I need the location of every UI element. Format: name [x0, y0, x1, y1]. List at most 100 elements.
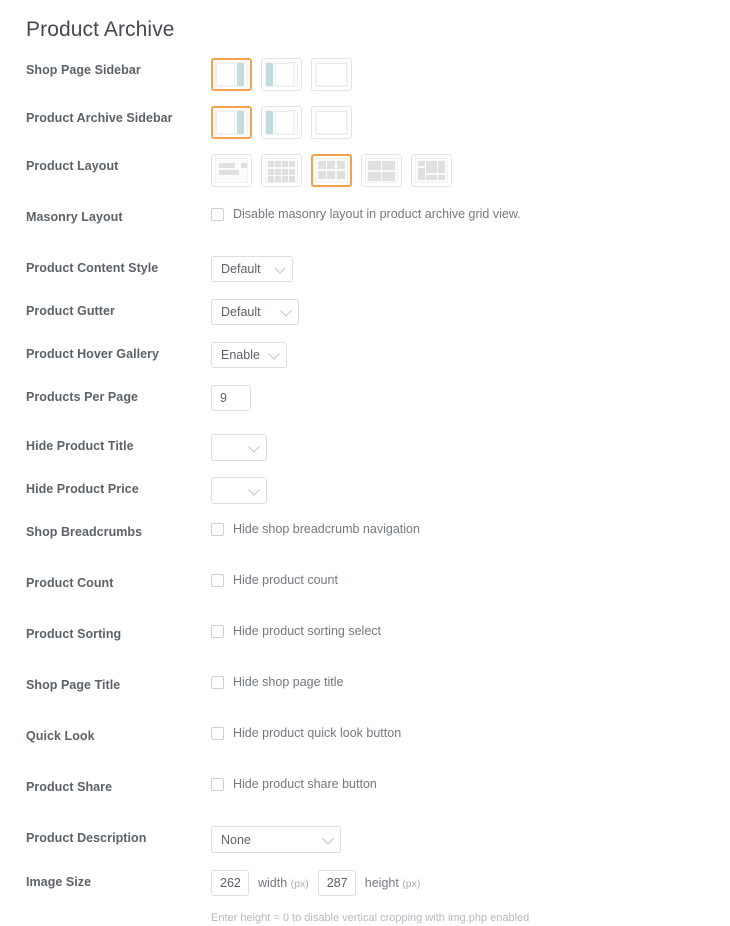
image-height-px: (px)	[402, 878, 421, 890]
product-count-checkbox-label: Hide product count	[233, 573, 338, 587]
product-count-checkline: Hide product count	[211, 571, 338, 588]
product-description-value: None	[221, 832, 251, 847]
row-label-products-per-page: Products Per Page	[26, 390, 139, 404]
sidebar-left-icon	[265, 62, 298, 87]
row-label-product-layout: Product Layout	[26, 159, 119, 173]
quick-look-checkbox[interactable]	[211, 726, 224, 740]
row-hide-product-price: Hide Product Price	[0, 477, 730, 509]
product-content-style-value: Default	[221, 262, 261, 276]
product-sorting-checkline: Hide product sorting select	[211, 622, 381, 639]
row-label-quick-look: Quick Look	[26, 729, 95, 743]
chevron-down-icon	[280, 305, 292, 317]
row-product-layout: Product Layout	[0, 154, 730, 187]
product-description-select[interactable]: None	[211, 826, 341, 853]
sidebar-left-icon	[265, 110, 298, 135]
product-layout-options	[211, 154, 452, 187]
image-width-px: (px)	[290, 878, 309, 890]
shop-page-title-checkline: Hide shop page title	[211, 673, 344, 690]
hide-product-price-select[interactable]	[211, 477, 267, 504]
row-product-sorting: Product Sorting Hide product sorting sel…	[0, 622, 730, 654]
row-shop-page-sidebar: Shop Page Sidebar	[0, 58, 730, 91]
shop-breadcrumbs-checkbox[interactable]	[211, 522, 224, 536]
image-width-input[interactable]	[211, 870, 249, 896]
field-image-size: width (px) height (px)	[211, 870, 730, 896]
row-image-size: Image Size width (px) height (px)	[0, 870, 730, 902]
product-gutter-value: Default	[221, 305, 261, 319]
row-label-shop-page-title: Shop Page Title	[26, 678, 121, 692]
image-width-unit-label: width (px)	[258, 876, 309, 890]
row-label-product-count: Product Count	[26, 576, 114, 590]
row-shop-page-title: Shop Page Title Hide shop page title	[0, 673, 730, 705]
product-share-checkbox[interactable]	[211, 777, 224, 791]
row-product-gutter: Product Gutter Default	[0, 299, 730, 331]
row-label-product-hover-gallery: Product Hover Gallery	[26, 347, 160, 361]
row-label-product-description: Product Description	[26, 831, 147, 845]
option-archive-sidebar-right[interactable]	[211, 106, 252, 139]
row-label-hide-product-title: Hide Product Title	[26, 439, 134, 453]
image-size-helper-text: Enter height = 0 to disable vertical cro…	[211, 912, 530, 924]
shop-page-title-checkbox-label: Hide shop page title	[233, 675, 344, 689]
option-layout-grid-4-col[interactable]	[261, 154, 302, 187]
row-label-product-gutter: Product Gutter	[26, 304, 115, 318]
shop-page-sidebar-options	[211, 58, 352, 91]
masonry-layout-checkbox[interactable]	[211, 207, 224, 221]
row-shop-breadcrumbs: Shop Breadcrumbs Hide shop breadcrumb na…	[0, 520, 730, 552]
product-share-checkbox-label: Hide product share button	[233, 777, 377, 791]
field-product-archive-sidebar	[211, 106, 730, 139]
row-product-hover-gallery: Product Hover Gallery Enable	[0, 342, 730, 374]
row-hide-product-title: Hide Product Title	[0, 434, 730, 466]
shop-page-title-checkbox[interactable]	[211, 675, 224, 689]
option-shop-sidebar-none[interactable]	[311, 58, 352, 91]
products-per-page-input[interactable]	[211, 385, 251, 411]
option-layout-grid-2-col[interactable]	[361, 154, 402, 187]
shop-breadcrumbs-checkbox-label: Hide shop breadcrumb navigation	[233, 522, 420, 536]
row-product-description: Product Description None	[0, 826, 730, 858]
row-label-image-size: Image Size	[26, 875, 92, 889]
product-archive-settings-panel: Product Archive Shop Page Sidebar Produc…	[0, 0, 730, 924]
sidebar-none-icon	[315, 110, 348, 135]
masonry-layout-checkbox-label: Disable masonry layout in product archiv…	[233, 207, 521, 221]
layout-grid-3-col-icon	[315, 158, 348, 183]
row-label-product-share: Product Share	[26, 780, 113, 794]
field-product-content-style: Default	[211, 256, 730, 282]
row-product-archive-sidebar: Product Archive Sidebar	[0, 106, 730, 139]
settings-rows: Shop Page Sidebar Product Archive Sideba…	[0, 44, 730, 926]
shop-breadcrumbs-checkline: Hide shop breadcrumb navigation	[211, 520, 420, 537]
product-hover-gallery-select[interactable]: Enable	[211, 342, 287, 368]
option-archive-sidebar-left[interactable]	[261, 106, 302, 139]
image-height-unit-label: height (px)	[365, 876, 421, 890]
chevron-down-icon	[248, 483, 260, 496]
option-shop-sidebar-left[interactable]	[261, 58, 302, 91]
layout-grid-4-col-icon	[265, 158, 298, 183]
layout-masonry-icon	[415, 158, 448, 183]
sidebar-none-icon	[315, 62, 348, 87]
product-content-style-select[interactable]: Default	[211, 256, 293, 282]
option-layout-grid-3-col[interactable]	[311, 154, 352, 187]
image-height-label-text: height	[364, 876, 399, 890]
product-hover-gallery-value: Enable	[221, 348, 260, 362]
row-label-hide-product-price: Hide Product Price	[26, 482, 139, 496]
chevron-down-icon	[274, 262, 286, 274]
image-height-input[interactable]	[317, 870, 356, 896]
page-title: Product Archive	[26, 18, 175, 41]
product-sorting-checkbox-label: Hide product sorting select	[233, 624, 381, 638]
hide-product-title-select[interactable]	[211, 434, 267, 461]
product-count-checkbox[interactable]	[211, 573, 224, 587]
option-archive-sidebar-none[interactable]	[311, 106, 352, 139]
option-shop-sidebar-right[interactable]	[211, 58, 252, 91]
option-layout-masonry[interactable]	[411, 154, 452, 187]
field-shop-page-sidebar	[211, 58, 730, 91]
product-share-checkline: Hide product share button	[211, 775, 377, 792]
row-quick-look: Quick Look Hide product quick look butto…	[0, 724, 730, 756]
field-masonry-layout: Disable masonry layout in product archiv…	[211, 205, 730, 222]
product-archive-sidebar-options	[211, 106, 352, 139]
field-product-gutter: Default	[211, 299, 730, 325]
product-sorting-checkbox[interactable]	[211, 624, 224, 638]
quick-look-checkline: Hide product quick look button	[211, 724, 401, 741]
field-shop-page-title: Hide shop page title	[211, 673, 730, 690]
product-gutter-select[interactable]: Default	[211, 299, 299, 325]
option-layout-list[interactable]	[211, 154, 252, 187]
row-label-product-archive-sidebar: Product Archive Sidebar	[26, 111, 173, 125]
field-quick-look: Hide product quick look button	[211, 724, 730, 741]
row-label-product-content-style: Product Content Style	[26, 261, 159, 275]
